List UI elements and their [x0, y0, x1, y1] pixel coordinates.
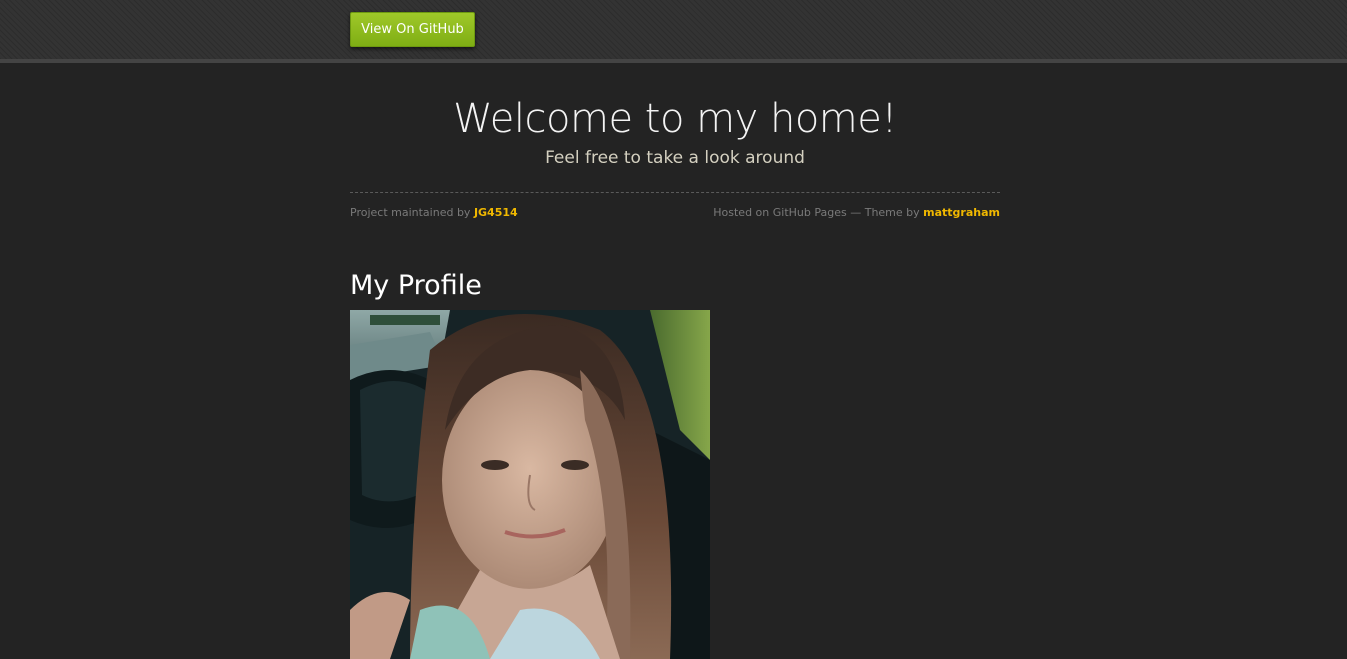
maintained-by-label: Project maintained by — [350, 206, 471, 219]
profile-photo-drawing — [350, 310, 710, 659]
top-bar: View On GitHub — [0, 0, 1347, 63]
view-on-github-button[interactable]: View On GitHub — [350, 12, 475, 47]
section-heading-my-profile: My Profile — [350, 270, 482, 301]
page-title: Welcome to my home! — [453, 96, 897, 142]
header-divider — [350, 192, 1000, 193]
profile-photo — [350, 310, 710, 659]
theme-credit: Hosted on GitHub Pages — Theme by mattgr… — [713, 206, 1000, 220]
theme-author-link[interactable]: mattgraham — [923, 206, 1000, 219]
maintainer-link[interactable]: JG4514 — [474, 206, 518, 219]
hosted-on-label: Hosted on GitHub Pages — Theme by — [713, 206, 920, 219]
page-subtitle: Feel free to take a look around — [545, 148, 805, 168]
maintainer-credit: Project maintained by JG4514 — [350, 206, 518, 220]
